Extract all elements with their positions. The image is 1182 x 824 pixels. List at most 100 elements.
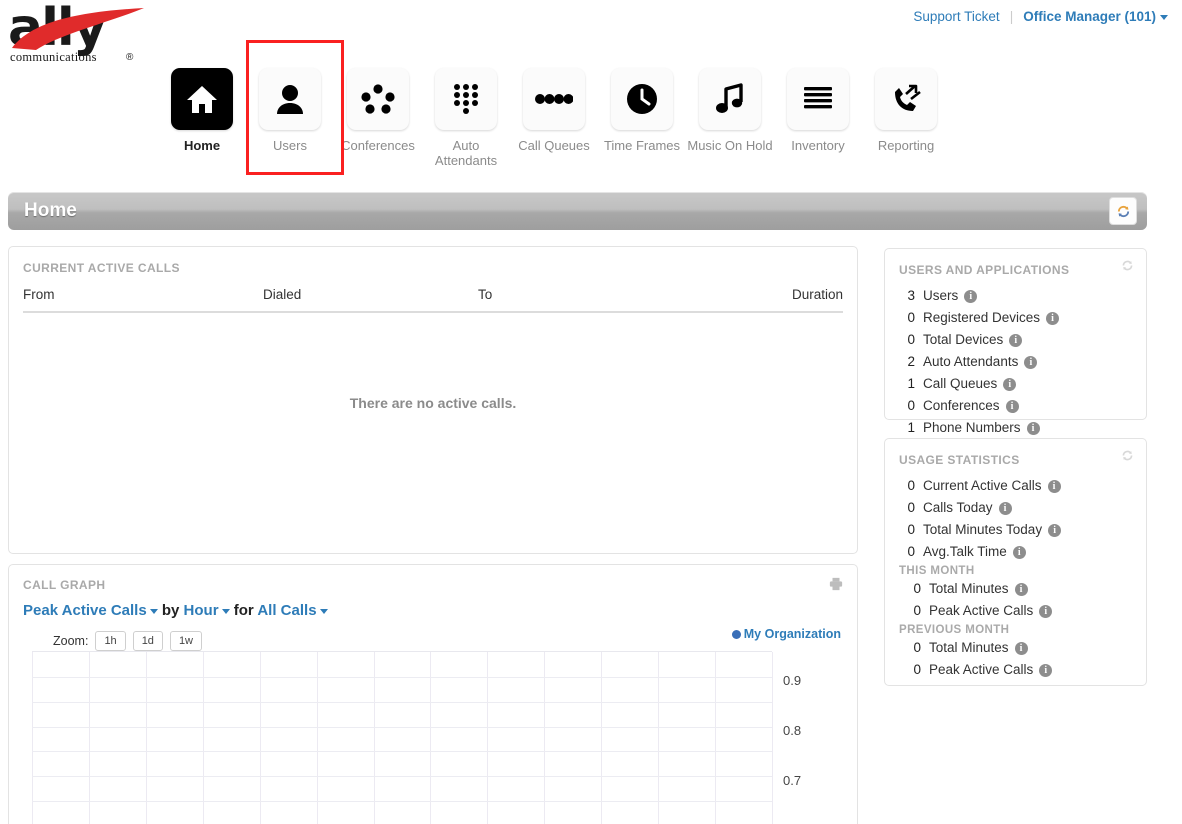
nav-item-time-frames[interactable]: Time Frames — [598, 68, 686, 153]
stat-label: Total Devices — [923, 332, 1004, 347]
users-apps-refresh-button[interactable] — [1121, 259, 1134, 277]
nav-item-inventory[interactable]: Inventory — [774, 68, 862, 153]
ally-communications-logo: ally communications ® — [8, 2, 148, 70]
page-header: ally communications ® Support Ticket | O… — [0, 0, 1182, 180]
by-word: by — [161, 602, 180, 619]
user-menu-label: Office Manager (101) — [1023, 9, 1156, 24]
nav-label-home: Home — [183, 138, 221, 153]
info-icon[interactable]: i — [1046, 311, 1060, 325]
phone-arrows-icon — [895, 84, 921, 111]
conferences-icon — [361, 84, 395, 114]
this-month-list: 0 Total Minutes i 0 Peak Active Calls i — [885, 578, 1146, 622]
page-refresh-button[interactable] — [1109, 197, 1137, 225]
nav-item-users[interactable]: Users — [246, 68, 334, 153]
grid-line-horizontal — [32, 751, 772, 752]
stat-label: Conferences — [923, 398, 1000, 413]
filter-label: All Calls — [257, 602, 317, 619]
chevron-down-icon — [1160, 14, 1168, 20]
nav-item-auto-attendants[interactable]: Auto Attendants — [422, 68, 510, 168]
stat-label: Calls Today — [923, 500, 993, 515]
active-calls-title: CURRENT ACTIVE CALLS — [23, 261, 180, 275]
interval-dropdown[interactable]: Hour — [184, 602, 230, 619]
users-apps-header: USERS AND APPLICATIONS — [885, 249, 1146, 279]
nav-tile-home — [171, 68, 233, 130]
nav-label-inventory: Inventory — [791, 138, 845, 153]
page-title-bar: Home — [8, 192, 1147, 230]
stat-label: Users — [923, 288, 959, 303]
stat-row: 1 Phone Numbers i — [885, 417, 1146, 439]
nav-tile-conferences — [347, 68, 409, 130]
nav-label-auto-attendants: Auto Attendants — [434, 138, 498, 168]
nav-item-music-on-hold[interactable]: Music On Hold — [686, 68, 774, 153]
table-header-row: From Dialed To Duration — [23, 287, 843, 313]
current-active-calls-panel: CURRENT ACTIVE CALLS From Dialed To Dura… — [8, 246, 858, 554]
stat-count: 0 — [907, 544, 915, 559]
grid-line-horizontal — [32, 702, 772, 703]
info-icon[interactable]: i — [1005, 399, 1019, 413]
info-icon[interactable]: i — [1039, 663, 1053, 677]
stat-row: 0 Total Minutes i — [885, 578, 1146, 600]
info-icon[interactable]: i — [1014, 582, 1028, 596]
nav-tile-inventory — [787, 68, 849, 130]
stat-count: 2 — [907, 354, 915, 369]
call-graph-plot: 0.9 0.8 0.7 — [32, 651, 840, 824]
nav-item-home[interactable]: Home — [158, 68, 246, 153]
info-icon[interactable]: i — [1026, 421, 1040, 435]
user-menu-button[interactable]: Office Manager (101) — [1023, 9, 1168, 24]
info-icon[interactable]: i — [1012, 545, 1026, 559]
nav-item-call-queues[interactable]: Call Queues — [510, 68, 598, 153]
refresh-icon — [1122, 260, 1133, 271]
info-icon[interactable]: i — [1014, 641, 1028, 655]
nav-item-conferences[interactable]: Conferences — [334, 68, 422, 153]
previous-month-heading: PREVIOUS MONTH — [899, 624, 1010, 636]
stat-label: Phone Numbers — [923, 420, 1021, 435]
zoom-button-1d[interactable]: 1d — [132, 631, 163, 651]
support-ticket-link[interactable]: Support Ticket — [913, 9, 999, 24]
stat-row: 0 Current Active Calls i — [885, 475, 1146, 497]
info-icon[interactable]: i — [998, 501, 1012, 515]
nav-tile-time-frames — [611, 68, 673, 130]
stat-count: 0 — [913, 603, 921, 618]
stat-row: 3 Users i — [885, 285, 1146, 307]
zoom-button-1h[interactable]: 1h — [95, 631, 126, 651]
stat-row: 0 Conferences i — [885, 395, 1146, 417]
stat-label: Total Minutes — [929, 640, 1009, 655]
filter-dropdown[interactable]: All Calls — [257, 602, 328, 619]
nav-label-music-on-hold: Music On Hold — [687, 138, 773, 153]
stat-label: Peak Active Calls — [929, 603, 1034, 618]
users-apps-title: USERS AND APPLICATIONS — [899, 263, 1070, 277]
info-icon[interactable]: i — [1039, 604, 1053, 618]
zoom-button-1w[interactable]: 1w — [169, 631, 202, 651]
stat-label: Current Active Calls — [923, 478, 1042, 493]
chart-legend[interactable]: My Organization — [731, 627, 841, 641]
info-icon[interactable]: i — [1024, 355, 1038, 369]
info-icon[interactable]: i — [964, 289, 978, 303]
stat-label: Total Minutes Today — [923, 522, 1043, 537]
list-lines-icon — [804, 87, 832, 109]
info-icon[interactable]: i — [1009, 333, 1023, 347]
chevron-down-icon — [149, 608, 158, 614]
home-icon — [187, 86, 217, 113]
refresh-icon — [1122, 450, 1133, 461]
info-icon[interactable]: i — [1047, 479, 1061, 493]
refresh-icon — [1117, 205, 1129, 217]
legend-label: My Organization — [743, 627, 841, 641]
stat-row: 0 Peak Active Calls i — [885, 600, 1146, 622]
info-icon[interactable]: i — [1048, 523, 1062, 537]
stat-label: Peak Active Calls — [929, 662, 1034, 677]
stat-count: 1 — [907, 376, 915, 391]
nav-item-reporting[interactable]: Reporting — [862, 68, 950, 153]
chevron-down-icon — [221, 608, 230, 614]
metric-dropdown[interactable]: Peak Active Calls — [23, 602, 158, 619]
nav-tile-call-queues — [523, 68, 585, 130]
print-button[interactable] — [829, 577, 843, 596]
info-icon[interactable]: i — [1003, 377, 1017, 391]
users-apps-list: 3 Users i 0 Registered Devices i 0 Total Device… — [885, 285, 1146, 439]
stat-count: 0 — [907, 522, 915, 537]
dialpad-icon — [454, 84, 478, 114]
stat-count: 0 — [913, 662, 921, 677]
stat-count: 0 — [907, 478, 915, 493]
nav-label-call-queues: Call Queues — [518, 138, 590, 153]
usage-stats-refresh-button[interactable] — [1121, 449, 1134, 467]
stat-row: 2 Auto Attendants i — [885, 351, 1146, 373]
